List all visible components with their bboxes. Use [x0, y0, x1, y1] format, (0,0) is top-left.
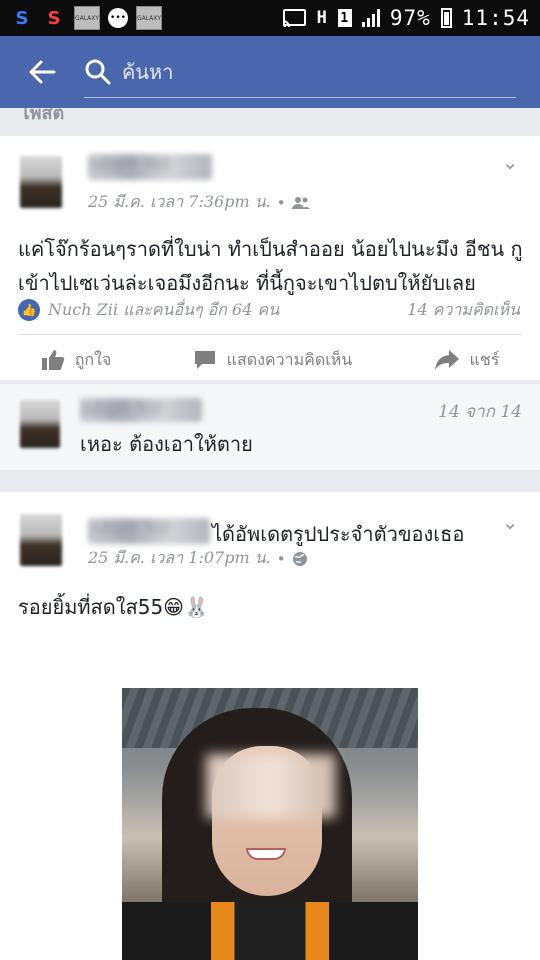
comment-avatar[interactable] — [20, 400, 60, 448]
post-meta: 25 มี.ค. เวลา 1:07pm น. • — [88, 546, 308, 571]
reaction-names[interactable]: Nuch Zii และคนอื่นๆ อีก 64 คน — [48, 298, 279, 323]
post-text: แค่โจ๊กร้อนๆราดที่ใบน่า ทำเป็นสำออย น้อย… — [18, 237, 523, 295]
search-icon — [85, 59, 111, 84]
clock: 11:54 — [461, 6, 530, 30]
cast-icon — [282, 9, 306, 28]
author-name[interactable]: Jubgm Nid — [88, 518, 210, 544]
meta-separator: • — [276, 193, 286, 212]
avatar[interactable] — [20, 156, 62, 208]
share-arrow-icon — [434, 350, 459, 370]
comment-button[interactable]: แสดงความคิดเห็น — [193, 348, 353, 373]
chat-dots-icon: ••• — [108, 8, 128, 28]
comment-author[interactable]: Jubgm Nid — [80, 398, 202, 422]
friends-icon — [291, 196, 310, 209]
app-bar — [0, 36, 540, 108]
post-options-chevron-icon[interactable]: ⌄ — [500, 512, 520, 532]
post-time[interactable]: 25 มี.ค. เวลา 1:07pm น. — [88, 546, 271, 571]
author-name[interactable]: Jubgm Nid — [88, 154, 212, 180]
post-card: Jubgm Nid 25 มี.ค. เวลา 7:36pm น. • ⌄ แค… — [0, 136, 540, 380]
signal-icon — [361, 9, 380, 27]
status-bar: S S GALAXY ••• GALAXY H 1 97% 11:54 — [0, 0, 540, 36]
back-button[interactable] — [0, 36, 84, 108]
section-label: โพสต์ — [20, 108, 65, 124]
reactions-bar[interactable]: 👍 Nuch Zii และคนอื่นๆ อีก 64 คน 14 ความค… — [18, 296, 520, 324]
s-app-icon: S — [15, 7, 29, 29]
post-time[interactable]: 25 มี.ค. เวลา 7:36pm น. — [88, 190, 271, 215]
profile-photo[interactable] — [122, 688, 418, 960]
section-strip: โพสต์ — [0, 108, 540, 136]
meta-separator: • — [276, 549, 286, 568]
comment-bubble-icon — [194, 351, 215, 369]
search-input[interactable] — [122, 51, 516, 92]
battery-icon — [440, 8, 452, 28]
s-app-red-icon: S — [47, 7, 61, 29]
thumbs-up-icon — [41, 350, 64, 370]
post-meta: 25 มี.ค. เวลา 7:36pm น. • — [88, 190, 310, 215]
like-button[interactable]: ถูกใจ — [41, 348, 112, 373]
photo-smile — [246, 848, 286, 860]
share-button[interactable]: แชร์ — [434, 348, 500, 373]
share-label: แชร์ — [469, 349, 500, 369]
search-box[interactable] — [84, 46, 516, 98]
divider — [18, 334, 522, 335]
post-actions: ถูกใจ แสดงความคิดเห็น แชร์ — [0, 340, 540, 380]
arrow-left-icon — [29, 60, 56, 84]
galaxy-rewards-icon: GALAXY — [74, 6, 100, 30]
globe-icon — [292, 551, 307, 566]
comment-text: เหอะ ต้องเอาให้ตาย — [80, 432, 253, 456]
galaxy-rewards-icon: GALAXY — [136, 6, 162, 30]
post-text: รอยยิ้มที่สดใส55😁🐰 — [18, 595, 209, 619]
photo-eyes-blur — [206, 754, 336, 818]
avatar[interactable] — [20, 514, 62, 566]
post-card: Jubgm Nid ได้อัพเดตรูปประจำตัวของเธอ 25 … — [0, 492, 540, 960]
post-options-chevron-icon[interactable]: ⌄ — [500, 152, 520, 172]
comment-count[interactable]: 14 ความคิดเห็น — [407, 298, 520, 323]
comment-label: แสดงความคิดเห็น — [226, 349, 353, 369]
photo-shirt — [122, 902, 418, 960]
like-reaction-icon: 👍 — [18, 299, 40, 321]
battery-percent: 97% — [389, 6, 431, 30]
network-type: H — [316, 8, 328, 28]
comment-pager: 14 จาก 14 — [438, 402, 522, 422]
sim-slot: 1 — [337, 9, 352, 27]
comment-preview[interactable]: Jubgm Nid 14 จาก 14 เหอะ ต้องเอาให้ตาย — [0, 384, 540, 470]
like-label: ถูกใจ — [74, 349, 112, 369]
